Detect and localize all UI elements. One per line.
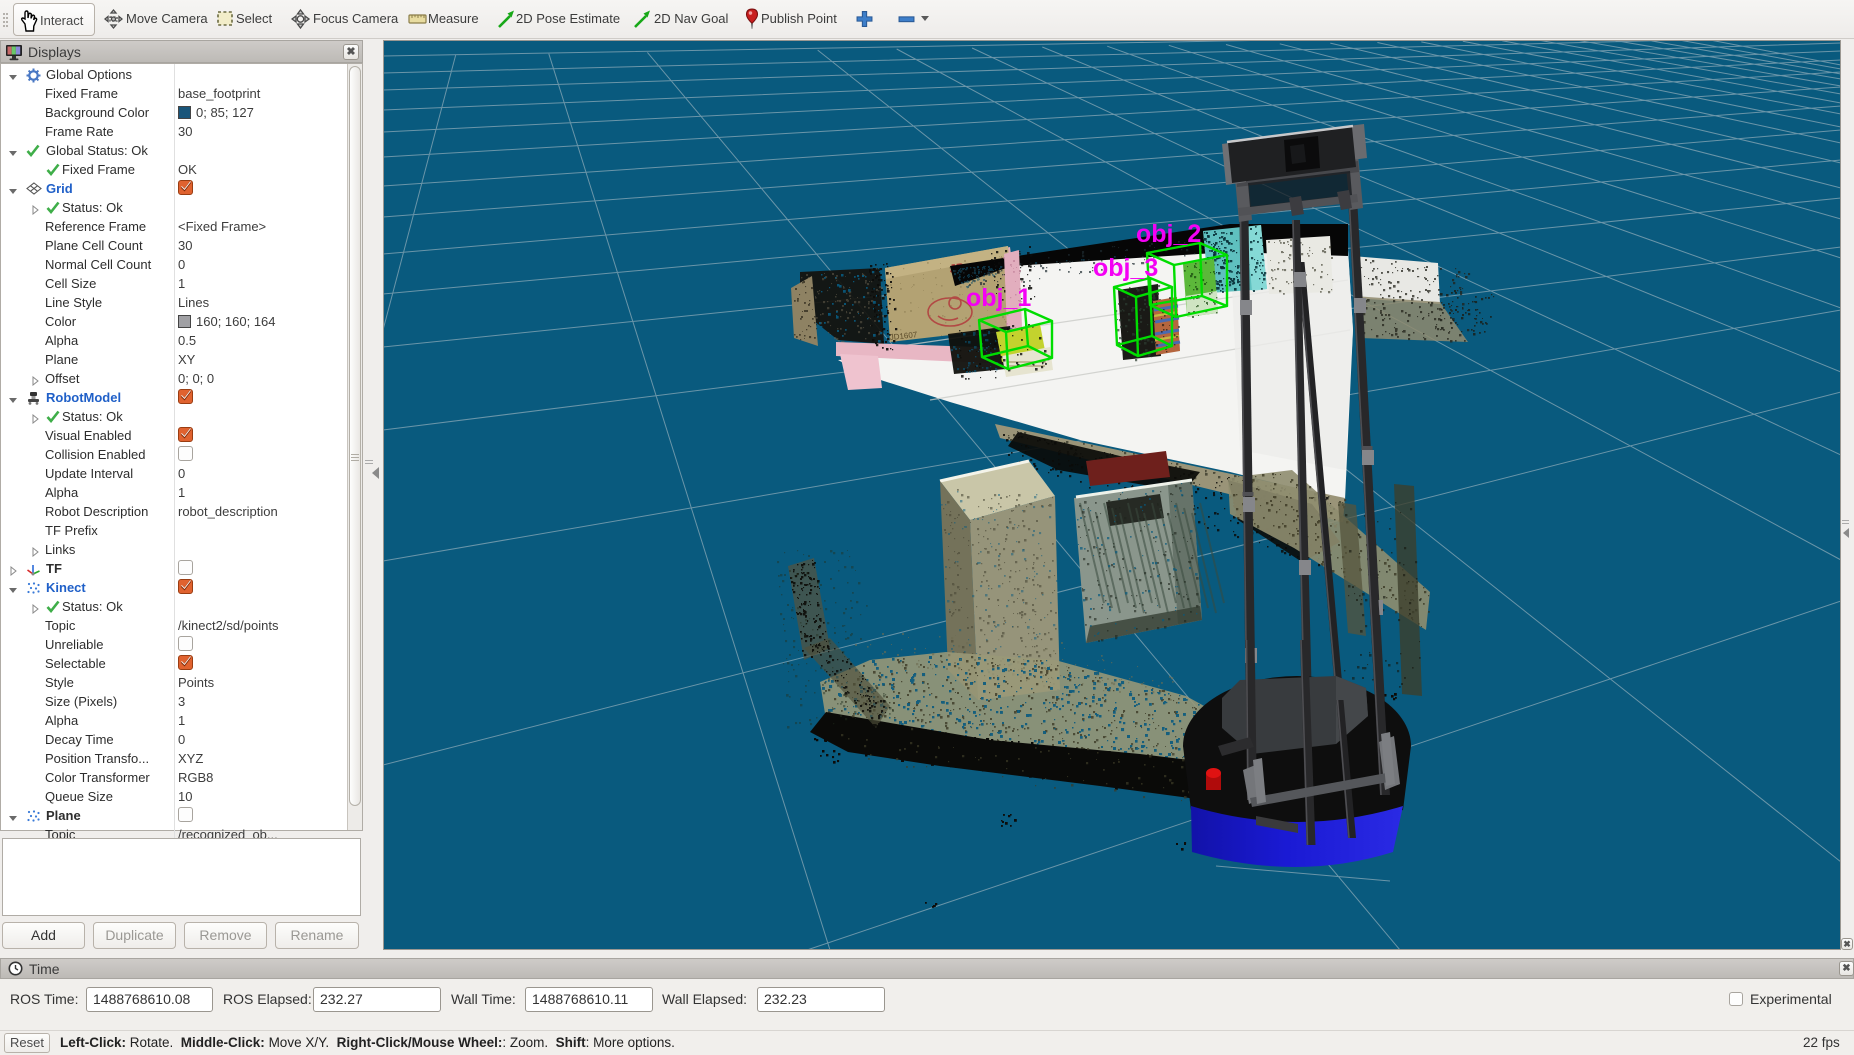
svg-text:obj_1: obj_1	[966, 284, 1031, 312]
svg-text:obj_3: obj_3	[1093, 254, 1158, 282]
svg-text:obj_2: obj_2	[1136, 220, 1201, 248]
